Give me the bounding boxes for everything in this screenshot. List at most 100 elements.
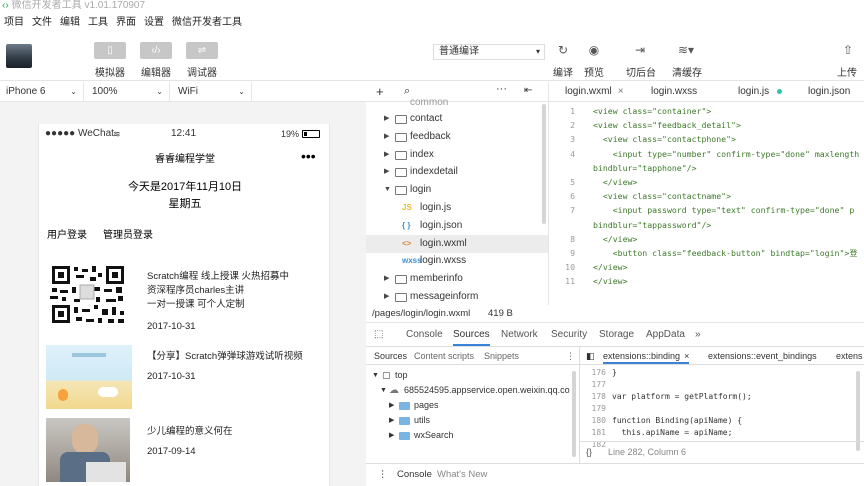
source-tree-top[interactable]: ▼ ▢ top	[366, 368, 580, 383]
code-line[interactable]: 10 </view>	[549, 260, 864, 274]
tree-item[interactable]: ▶ memberinfo	[366, 270, 548, 288]
upload-icon[interactable]: ⇧	[838, 43, 858, 57]
user-login-link[interactable]: 用户登录	[47, 226, 87, 241]
article-title[interactable]: Scratch编程 线上授课 火热招募中	[147, 270, 289, 284]
person-photo-image[interactable]	[46, 418, 130, 482]
expand-triangle-icon[interactable]: ▶	[384, 163, 389, 181]
tab-storage[interactable]: Storage	[599, 323, 634, 347]
debugger-button[interactable]: ⇌	[186, 42, 218, 59]
expand-triangle-icon[interactable]: ▶	[384, 288, 389, 305]
article-title[interactable]: 少儿编程的意义何在	[147, 425, 233, 439]
refresh-icon[interactable]: ↻	[553, 43, 573, 57]
tab-extensions-more[interactable]: extens	[836, 347, 863, 364]
code-line[interactable]: 3 <view class="contactphone">	[549, 132, 864, 146]
tree-item[interactable]: JS login.js	[366, 199, 548, 217]
article-title[interactable]: 【分享】Scratch弹弹球游戏试听视频	[147, 350, 303, 364]
tree-item[interactable]: { } login.json	[366, 217, 548, 235]
eye-icon[interactable]: ◉	[584, 43, 604, 57]
tab-security[interactable]: Security	[551, 323, 587, 347]
file-tree-scrollbar[interactable]	[542, 104, 546, 224]
avatar[interactable]	[6, 44, 32, 68]
switch-backend-icon[interactable]: ⇥	[630, 43, 650, 57]
tree-item[interactable]: ▶ contact	[366, 110, 548, 128]
code-line[interactable]: 1 <view class="container">	[549, 104, 864, 118]
code-line[interactable]: bindblur="tappassword"/>	[549, 218, 864, 232]
code-line[interactable]: 2 <view class="feedback_detail">	[549, 118, 864, 132]
code-line[interactable]: 9 <button class="feedback-button" bindta…	[549, 246, 864, 260]
menu-item-edit[interactable]: 编辑	[60, 17, 80, 28]
drawer-tab-console[interactable]: Console	[397, 464, 432, 486]
navigator-scrollbar[interactable]	[572, 371, 576, 457]
menu-item-view[interactable]: 界面	[116, 17, 136, 28]
menu-item-settings[interactable]: 设置	[144, 17, 164, 28]
clear-cache-label[interactable]: 清缓存	[672, 64, 702, 79]
editor-button[interactable]: ‹/›	[140, 42, 172, 59]
zoom-select[interactable]: 100% ⌄	[86, 82, 170, 102]
more-menu-icon[interactable]: •••	[301, 149, 316, 163]
source-line[interactable]: 180 function Binding(apiName) {	[580, 415, 864, 427]
menu-item-file[interactable]: 文件	[32, 17, 52, 28]
tree-item[interactable]: ▶ feedback	[366, 128, 548, 146]
device-select[interactable]: iPhone 6 ⌄	[0, 82, 84, 102]
code-line[interactable]: 4 <input type="number" confirm-type="don…	[549, 147, 864, 161]
source-tree-wxsearch[interactable]: ▶ wxSearch	[366, 428, 580, 443]
tab-login-wxss[interactable]: login.wxss	[651, 82, 697, 102]
simulator-button[interactable]: ▯	[94, 42, 126, 59]
source-scrollbar[interactable]	[856, 371, 860, 451]
tree-item[interactable]: wxss login.wxss	[366, 252, 548, 270]
code-line[interactable]: 8 </view>	[549, 232, 864, 246]
toggle-navigator-icon[interactable]: ◧	[586, 347, 595, 364]
source-tree-pages[interactable]: ▶ pages	[366, 398, 580, 413]
tab-appdata[interactable]: AppData	[646, 323, 685, 347]
code-line[interactable]: bindblur="tapphone"/>	[549, 161, 864, 175]
preview-label[interactable]: 预览	[584, 64, 604, 79]
compile-label[interactable]: 编译	[553, 64, 573, 79]
drawer-menu-icon[interactable]: ⋮	[378, 464, 388, 486]
more-options-icon[interactable]: ⋮	[566, 347, 575, 365]
tree-item[interactable]: <> login.wxml	[366, 234, 548, 253]
tab-console[interactable]: Console	[406, 323, 443, 347]
tab-login-js[interactable]: login.js	[738, 82, 783, 102]
subtab-snippets[interactable]: Snippets	[484, 347, 519, 365]
stack-icon[interactable]: ≋▾	[676, 43, 696, 57]
video-thumbnail-image[interactable]	[46, 345, 132, 409]
upload-label[interactable]: 上传	[837, 64, 857, 79]
tab-sources[interactable]: Sources	[453, 323, 490, 346]
source-tree-utils[interactable]: ▶ utils	[366, 413, 580, 428]
close-icon[interactable]: ×	[618, 86, 624, 97]
admin-login-link[interactable]: 管理员登录	[103, 226, 153, 241]
tree-item[interactable]: ▶ index	[366, 146, 548, 164]
tab-extensions-binding[interactable]: extensions::binding ×	[603, 347, 690, 364]
subtab-content-scripts[interactable]: Content scripts	[414, 347, 474, 365]
expand-triangle-icon[interactable]: ▶	[384, 146, 389, 164]
close-icon[interactable]: ×	[684, 351, 689, 361]
tab-login-json[interactable]: login.json	[808, 82, 850, 102]
compile-mode-select[interactable]: 普通编译 ▾	[433, 44, 545, 60]
source-line[interactable]: 181 this.apiName = apiName;	[580, 427, 864, 439]
tab-login-wxml[interactable]: login.wxml ×	[565, 82, 624, 102]
cut-backend-label[interactable]: 切后台	[626, 64, 656, 79]
tree-item[interactable]: ▶ indexdetail	[366, 163, 548, 181]
inspect-icon[interactable]: ⬚	[374, 323, 383, 347]
code-line[interactable]: 11 </view>	[549, 274, 864, 288]
source-line[interactable]: 179	[580, 403, 864, 415]
tree-item[interactable]: ▼ login	[366, 181, 548, 199]
tab-more[interactable]: »	[695, 323, 701, 347]
expand-triangle-icon[interactable]: ▶	[384, 110, 389, 128]
tree-item[interactable]: ▶ messageinform	[366, 288, 548, 305]
code-line[interactable]: 5 </view>	[549, 175, 864, 189]
tab-extensions-event-bindings[interactable]: extensions::event_bindings	[708, 347, 817, 364]
menu-item-tools[interactable]: 工具	[88, 17, 108, 28]
expand-triangle-icon[interactable]: ▶	[384, 270, 389, 288]
expand-triangle-icon[interactable]: ▶	[384, 128, 389, 146]
menu-item-project[interactable]: 项目	[4, 17, 24, 28]
network-select[interactable]: WiFi ⌄	[172, 82, 252, 102]
source-line[interactable]: 177	[580, 379, 864, 391]
code-line[interactable]: 7 <input password type="text" confirm-ty…	[549, 203, 864, 217]
source-line[interactable]: 176}	[580, 367, 864, 379]
code-line[interactable]: 6 <view class="contactname">	[549, 189, 864, 203]
tab-network[interactable]: Network	[501, 323, 538, 347]
expand-triangle-icon[interactable]: ▼	[384, 181, 391, 199]
subtab-sources[interactable]: Sources	[374, 347, 407, 365]
menu-item-wechat-devtools[interactable]: 微信开发者工具	[172, 17, 242, 28]
